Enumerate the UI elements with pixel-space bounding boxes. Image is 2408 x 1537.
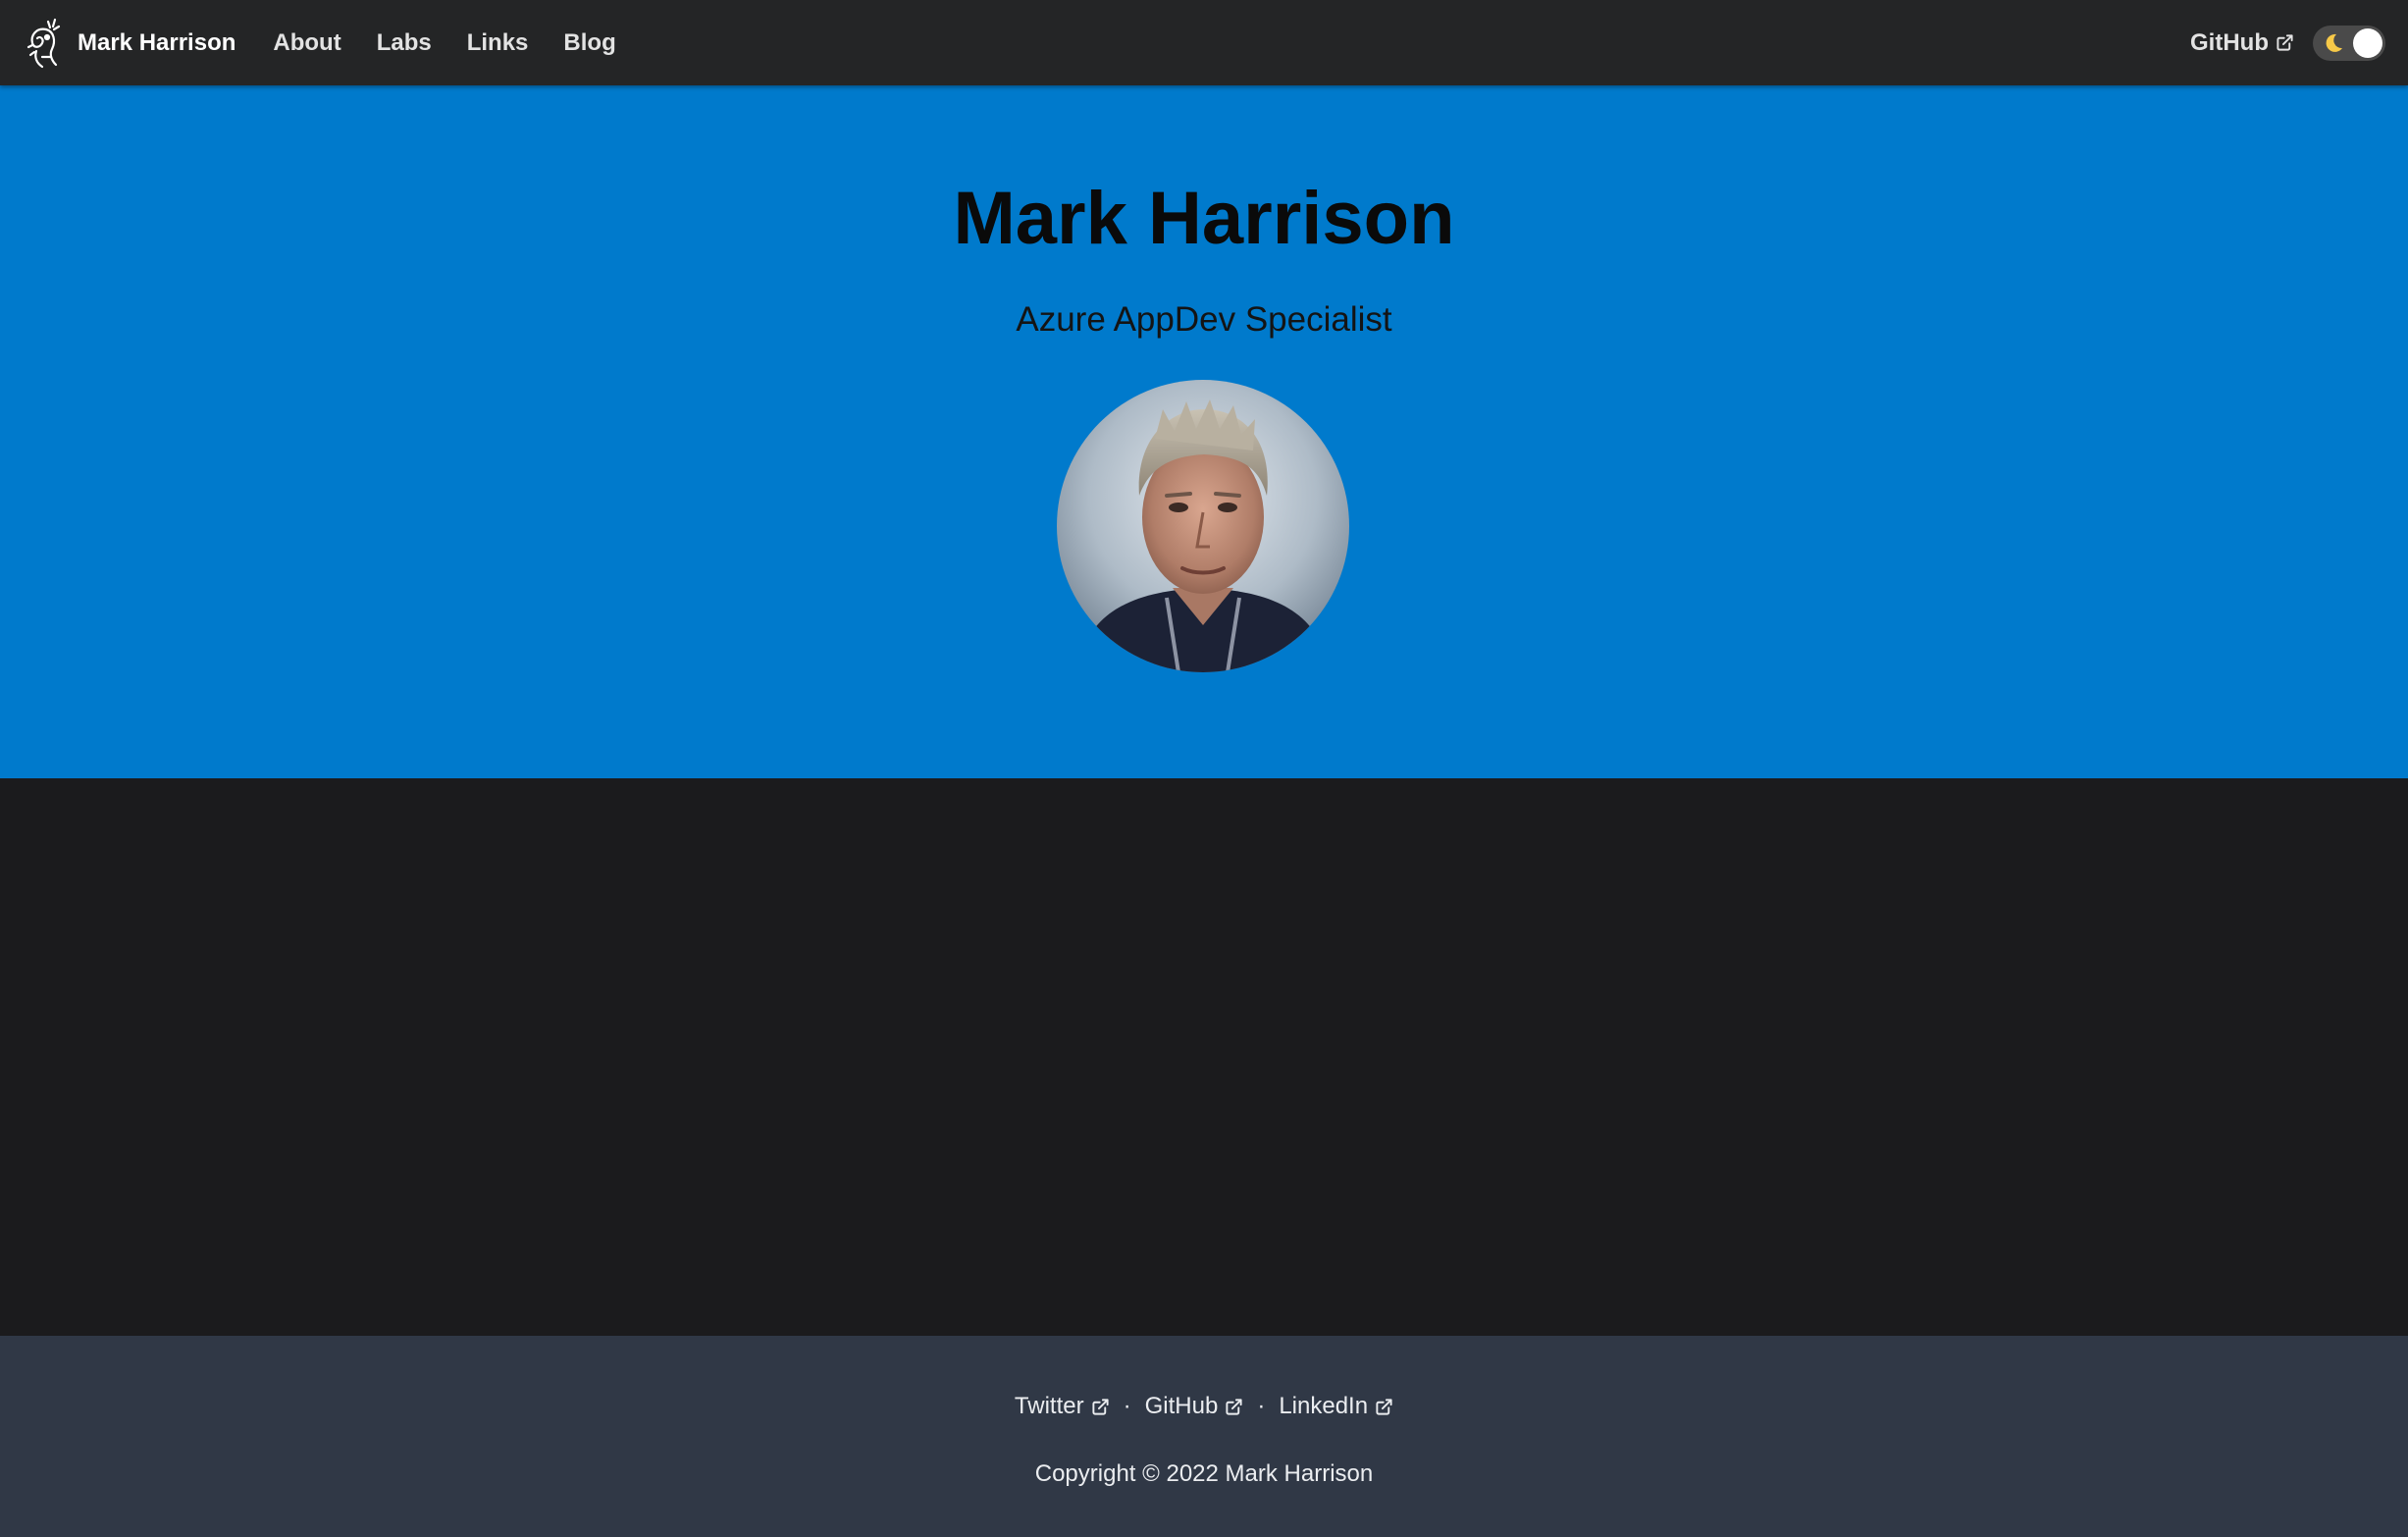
site-footer: Twitter · GitHub · LinkedIn Copyright © … <box>0 1336 2408 1537</box>
external-link-icon <box>1375 1398 1393 1416</box>
footer-link-linkedin[interactable]: LinkedIn <box>1279 1393 1393 1420</box>
hero-subtitle: Azure AppDev Specialist <box>1016 300 1392 339</box>
github-nav-label: GitHub <box>2190 28 2269 56</box>
external-link-icon <box>1225 1398 1243 1416</box>
nav-item-blog[interactable]: Blog <box>546 29 633 57</box>
external-link-icon <box>1091 1398 1110 1416</box>
footer-link-linkedin-label: LinkedIn <box>1279 1393 1369 1419</box>
footer-link-github[interactable]: GitHub <box>1145 1393 1244 1420</box>
copyright-text: Copyright © 2022 Mark Harrison <box>1034 1460 1374 1487</box>
brand-link[interactable]: Mark Harrison <box>23 18 255 69</box>
nav-item-about[interactable]: About <box>255 29 358 57</box>
footer-link-github-label: GitHub <box>1144 1393 1219 1419</box>
hero-title: Mark Harrison <box>953 177 1455 260</box>
footer-separator: · <box>1123 1393 1131 1419</box>
nav-item-labs[interactable]: Labs <box>359 29 449 57</box>
github-nav-link[interactable]: GitHub <box>2190 29 2294 57</box>
brand-title: Mark Harrison <box>78 28 236 56</box>
dinosaur-logo-icon <box>23 18 64 69</box>
footer-link-twitter[interactable]: Twitter <box>1015 1393 1110 1420</box>
main-content <box>0 778 2408 1336</box>
footer-separator: · <box>1257 1393 1266 1419</box>
dark-mode-toggle[interactable] <box>2313 25 2385 61</box>
moon-icon <box>2322 31 2345 55</box>
external-link-icon <box>2276 33 2294 52</box>
footer-links: Twitter · GitHub · LinkedIn <box>0 1393 2408 1420</box>
profile-avatar <box>1057 380 1349 672</box>
hero-banner: Mark Harrison Azure AppDev Specialist <box>0 85 2408 778</box>
toggle-knob <box>2353 27 2382 58</box>
nav-item-links[interactable]: Links <box>449 29 547 57</box>
top-navbar: Mark Harrison About Labs Links Blog GitH… <box>0 0 2408 85</box>
footer-link-twitter-label: Twitter <box>1014 1393 1084 1419</box>
navbar-right: GitHub <box>2190 25 2385 61</box>
